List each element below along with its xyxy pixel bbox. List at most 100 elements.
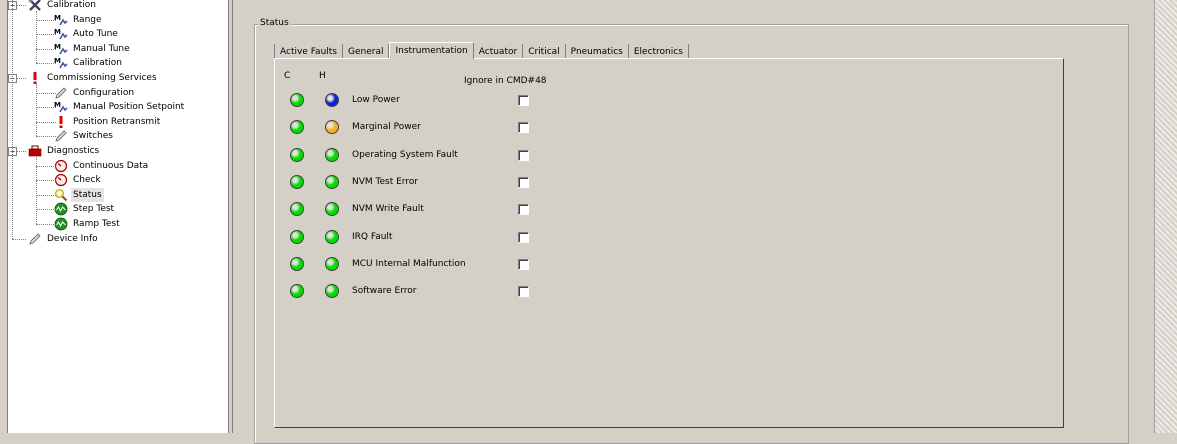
tree-item-label: Diagnostics [47,146,100,156]
h-status-indicator [325,256,339,271]
tab-general[interactable]: General [343,44,390,59]
scroll-area-edge [1154,0,1177,433]
tree-connector [36,92,56,94]
tree-item-label: Calibration [73,58,122,69]
tree-item-position-retransmit[interactable]: Position Retransmit [54,115,162,129]
tree-item-label: Ramp Test [73,219,120,229]
gauge-icon [54,173,68,187]
tab-critical[interactable]: Critical [523,44,566,59]
status-tabs: Active Faults General Instrumentation Actua… [274,42,689,59]
h-status-indicator [325,120,339,135]
tree-connector [36,165,56,167]
h-status-indicator [325,229,339,244]
toolbox-icon [28,144,42,158]
ignore-in-cmd48-checkbox[interactable] [518,231,529,243]
tree-connector [36,107,56,109]
tree-connector [36,48,56,50]
status-row-label: Marginal Power [352,122,421,133]
tree-item-status[interactable]: Status [54,187,104,202]
method-icon: M [54,13,68,27]
tree-connector [36,224,56,225]
tree-connector [36,136,56,138]
status-row-label: Operating System Fault [352,149,458,160]
ignore-in-cmd48-checkbox[interactable] [518,258,529,270]
tree-item-label: Manual Position Setpoint [73,102,185,113]
tree-item-manual-position-setpoint[interactable]: M Manual Position Setpoint [54,100,186,114]
tree-item-ramp-test[interactable]: Ramp Test [54,217,122,231]
tree-item-step-test[interactable]: Step Test [54,202,116,216]
tree-item-check[interactable]: Check [54,173,103,187]
navigation-tree: Calibration − M Range M Auto Tune M Manual Tune… [7,0,229,433]
tree-item-calibration[interactable]: M Calibration [54,56,124,70]
ignore-in-cmd48-checkbox[interactable] [518,149,529,161]
tree-item-label: Check [73,175,101,186]
tree-item-continuous-data[interactable]: Continuous Data [54,159,150,173]
tree-item-diagnostics[interactable]: Diagnostics [28,144,101,158]
tree-connector [36,209,56,211]
main-content: Status Active Faults General Instrumentati… [234,0,1154,444]
magnifier-icon [54,188,68,202]
warning-exclamation-icon [28,71,42,85]
method-icon: M [54,100,68,114]
status-row-label: NVM Test Error [352,176,419,187]
warning-exclamation-icon [54,115,68,129]
waveform-icon [54,217,68,231]
ignore-in-cmd48-checkbox[interactable] [518,204,529,216]
c-status-indicator [290,202,304,217]
tree-connector [12,0,13,239]
ignore-in-cmd48-checkbox[interactable] [518,95,529,106]
h-status-indicator [325,202,339,217]
method-icon: M [54,42,68,56]
ignore-in-cmd48-checkbox[interactable] [518,176,529,188]
h-status-indicator [325,147,339,162]
tree-item-label: Auto Tune [73,29,118,40]
tree-item-label: Calibration [47,0,96,10]
status-row-label: Low Power [352,95,400,105]
ignore-in-cmd48-checkbox[interactable] [518,286,529,298]
tree-connector [36,84,37,137]
h-status-indicator [325,174,339,189]
ignore-in-cmd48-checkbox[interactable] [518,122,529,134]
c-status-indicator [290,147,304,162]
status-row-label: MCU Internal Malfunction [352,258,466,269]
tree-item-label: Continuous Data [73,160,149,171]
tree-item-label: Manual Tune [73,43,130,54]
tree-connector [36,63,56,65]
column-header-c: C [284,71,291,81]
tree-item-commissioning-services[interactable]: Commissioning Services [28,71,159,85]
pencil-icon [54,86,68,100]
status-row-label: IRQ Fault [352,231,393,242]
tree-connector [12,238,26,240]
c-status-indicator [290,256,304,271]
tree-item-device-info[interactable]: Device Info [28,232,100,246]
tree-item-label: Configuration [73,87,135,98]
pencil-icon [28,232,42,246]
tree-item-manual-tune[interactable]: M Manual Tune [54,42,132,56]
tree-item-calibration[interactable]: Calibration [28,0,98,12]
tree-item-label: Commissioning Services [47,73,157,83]
c-status-indicator [290,284,304,299]
tab-actuator[interactable]: Actuator [474,44,524,59]
tab-pneumatics[interactable]: Pneumatics [566,44,629,59]
c-status-indicator [290,120,304,135]
tree-connector [36,194,56,196]
panel-splitter[interactable] [229,0,233,433]
c-status-indicator [290,229,304,244]
tab-instrumentation[interactable]: Instrumentation [389,42,474,59]
tree-connector [36,180,56,182]
tree-item-switches[interactable]: Switches [54,129,115,143]
status-row-label: Software Error [352,286,417,297]
tab-electronics[interactable]: Electronics [629,44,689,59]
tree-item-label: Position Retransmit [73,116,161,127]
tree-connector [36,11,37,64]
tab-active-faults[interactable]: Active Faults [274,44,343,59]
tree-item-range[interactable]: M Range [54,13,104,27]
tree-item-auto-tune[interactable]: M Auto Tune [54,27,120,41]
tree-connector [36,157,37,224]
tree-item-label: Step Test [73,204,115,215]
tree-item-configuration[interactable]: Configuration [54,86,136,100]
status-group-title: Status [258,18,291,28]
tree-item-label: Range [73,14,102,25]
instrumentation-tab-panel: C H Ignore in CMD#48 Low Power Marginal P… [274,58,1064,428]
waveform-icon [54,202,68,216]
